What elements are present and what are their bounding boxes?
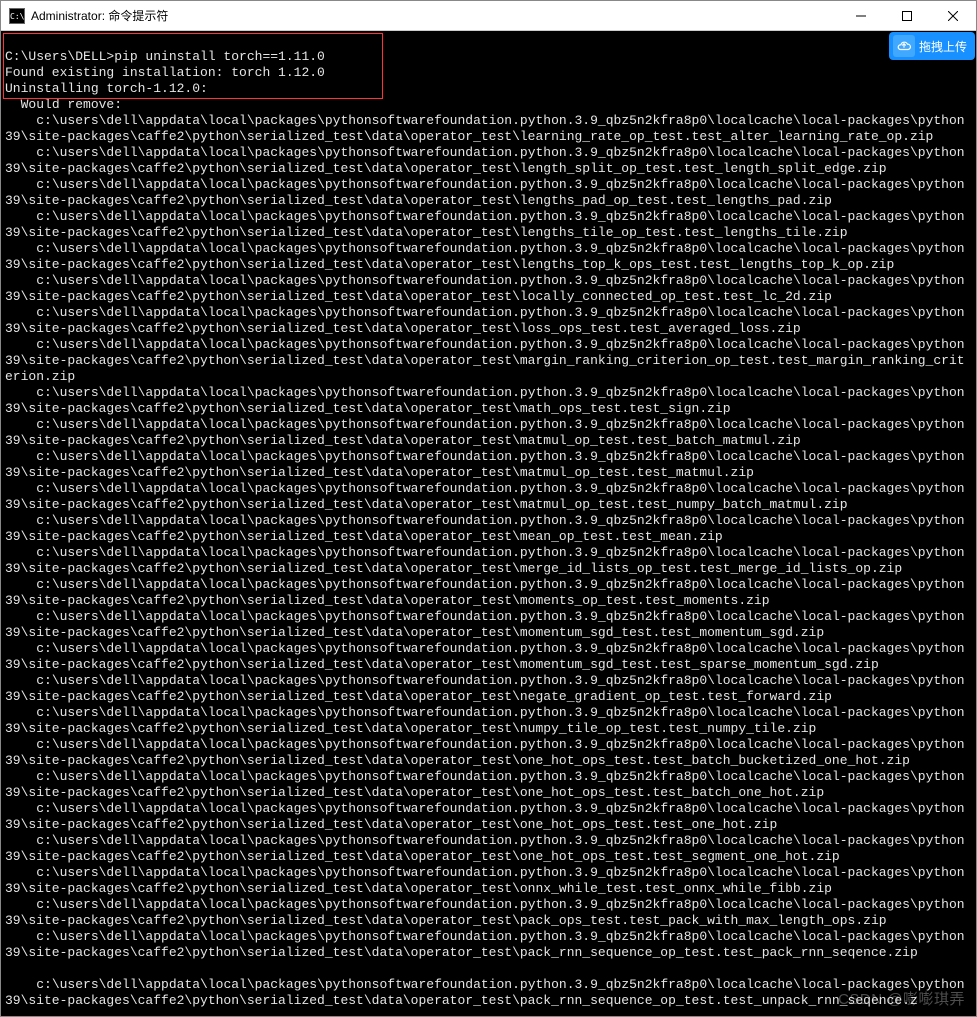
cmd-window: C:\. Administrator: 命令提示符 C:\Users\DELL>…	[0, 0, 977, 1017]
window-title: Administrator: 命令提示符	[31, 7, 838, 24]
cloud-upload-icon	[893, 35, 915, 57]
upload-overlay[interactable]: 拖拽上传	[889, 32, 975, 60]
minimize-button[interactable]	[838, 1, 884, 30]
upload-label: 拖拽上传	[919, 38, 967, 55]
cmd-icon: C:\.	[9, 8, 25, 24]
terminal-area[interactable]: C:\Users\DELL>pip uninstall torch==1.11.…	[1, 31, 976, 1016]
terminal-output: C:\Users\DELL>pip uninstall torch==1.11.…	[5, 33, 972, 1009]
titlebar[interactable]: C:\. Administrator: 命令提示符	[1, 1, 976, 31]
maximize-button[interactable]	[884, 1, 930, 30]
close-button[interactable]	[930, 1, 976, 30]
window-controls	[838, 1, 976, 30]
